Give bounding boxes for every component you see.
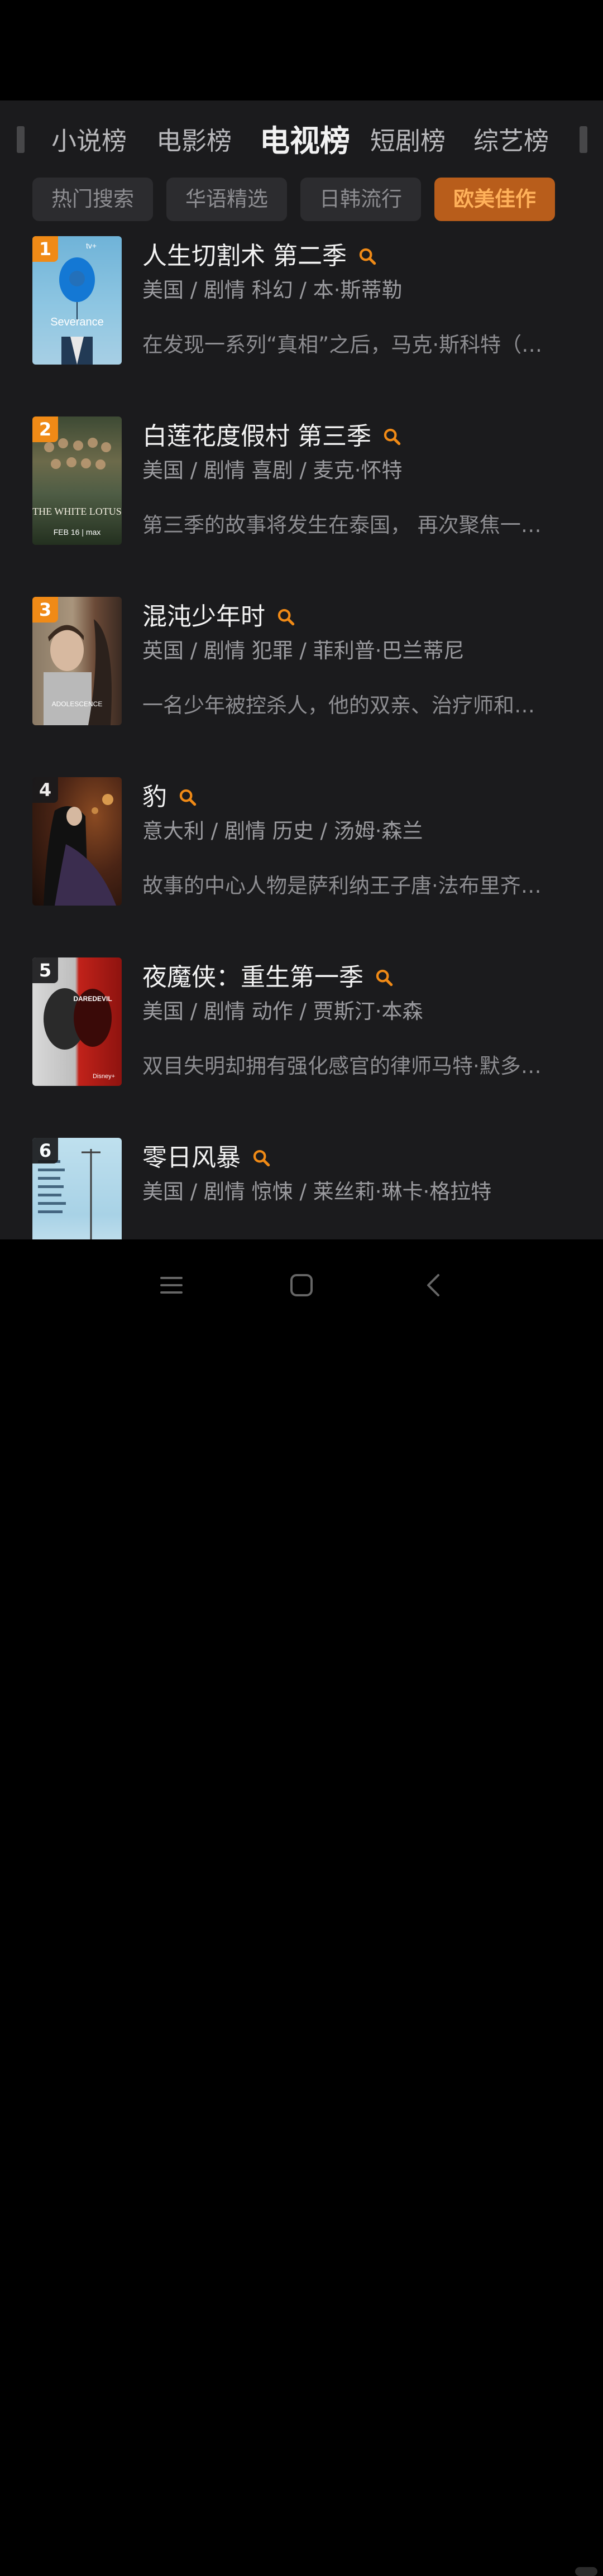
tab-overflow-right[interactable] — [580, 126, 587, 153]
rank-badge: 2 — [32, 416, 58, 442]
search-icon[interactable] — [382, 427, 401, 446]
tab-short-drama[interactable]: 短剧榜 — [370, 116, 446, 166]
home-square-icon[interactable] — [289, 1273, 314, 1297]
rank-badge: 4 — [32, 777, 58, 803]
search-icon[interactable] — [358, 247, 377, 266]
item-meta: 美国 / 剧情 惊悚 / 莱丝莉·琳卡·格拉特 — [142, 1180, 492, 1204]
item-description: 故事的中心人物是萨利纳王子唐·法布里齐… — [142, 874, 542, 898]
search-icon[interactable] — [375, 968, 394, 987]
item-title[interactable]: 零日风暴 — [142, 1141, 241, 1175]
svg-text:Disney+: Disney+ — [93, 1073, 115, 1080]
item-title[interactable]: 白莲花度假村 第三季 — [142, 420, 371, 453]
item-meta: 意大利 / 剧情 历史 / 汤姆·森兰 — [142, 819, 423, 843]
list-item[interactable]: Severance tv+ 1 人生切割术 第二季 美国 / 剧情 科幻 / 本… — [0, 236, 603, 365]
list-item[interactable]: THE WHITE LOTUS FEB 16 | max 2 白莲花度假村 第三… — [0, 416, 603, 545]
poster-image[interactable]: DAREDEVIL Disney+ 5 — [32, 957, 122, 1086]
poster-image[interactable]: 4 — [32, 777, 122, 906]
svg-text:ADOLESCENCE: ADOLESCENCE — [52, 700, 103, 708]
item-title[interactable]: 夜魔侠：重生第一季 — [142, 961, 363, 994]
poster-image[interactable]: ADOLESCENCE 3 — [32, 597, 122, 725]
watermark — [575, 2567, 597, 2576]
item-title[interactable]: 豹 — [142, 781, 167, 814]
list-item[interactable]: 6 零日风暴 美国 / 剧情 惊悚 / 莱丝莉·琳卡·格拉特 — [0, 1138, 603, 1239]
svg-text:DAREDEVIL: DAREDEVIL — [73, 995, 112, 1003]
poster-image[interactable]: THE WHITE LOTUS FEB 16 | max 2 — [32, 416, 122, 545]
tab-tv[interactable]: 电视榜 — [260, 116, 350, 166]
pill-jk-popular[interactable]: 日韩流行 — [300, 178, 421, 221]
category-tabs: 小说榜 电影榜 电视榜 短剧榜 综艺榜 — [0, 116, 603, 166]
search-icon[interactable] — [276, 607, 295, 626]
svg-text:Severance: Severance — [50, 316, 104, 328]
pill-hot-search[interactable]: 热门搜索 — [32, 178, 153, 221]
item-meta: 美国 / 剧情 喜剧 / 麦克·怀特 — [142, 458, 403, 482]
item-meta: 美国 / 剧情 科幻 / 本·斯蒂勒 — [142, 278, 403, 302]
item-title[interactable]: 混沌少年时 — [142, 600, 265, 634]
rank-badge: 5 — [32, 957, 58, 983]
menu-icon[interactable] — [159, 1273, 184, 1297]
item-description: 在发现一系列“真相”之后，马克·斯科特（… — [142, 333, 543, 357]
search-icon[interactable] — [252, 1148, 271, 1167]
item-meta: 美国 / 剧情 动作 / 贾斯汀·本森 — [142, 999, 423, 1023]
rank-badge: 1 — [32, 236, 58, 262]
poster-image[interactable]: 6 — [32, 1138, 122, 1239]
item-description: 一名少年被控杀人，他的双亲、治疗师和… — [142, 693, 535, 717]
rank-badge: 3 — [32, 597, 58, 623]
tab-overflow-left[interactable] — [17, 126, 25, 153]
svg-text:tv+: tv+ — [86, 241, 97, 250]
search-icon[interactable] — [178, 788, 197, 807]
svg-text:FEB 16 | max: FEB 16 | max — [54, 528, 101, 537]
status-area — [0, 0, 603, 100]
poster-image[interactable]: Severance tv+ 1 — [32, 236, 122, 365]
item-description: 第三季的故事将发生在泰国， 再次聚焦一… — [142, 513, 542, 537]
pill-chinese-picks[interactable]: 华语精选 — [166, 178, 287, 221]
ranking-panel: 小说榜 电影榜 电视榜 短剧榜 综艺榜 热门搜索 华语精选 日韩流行 欧美佳作 … — [0, 100, 603, 1239]
tab-movie[interactable]: 电影榜 — [156, 116, 232, 166]
item-description: 双目失明却拥有强化感官的律师马特·默多… — [142, 1054, 542, 1078]
list-item[interactable]: 4 豹 意大利 / 剧情 历史 / 汤姆·森兰 故事的中心人物是萨利纳王子唐·法… — [0, 777, 603, 906]
pill-western[interactable]: 欧美佳作 — [434, 178, 555, 221]
list-item[interactable]: ADOLESCENCE 3 混沌少年时 英国 / 剧情 犯罪 / 菲利普·巴兰蒂… — [0, 597, 603, 725]
svg-text:THE WHITE LOTUS: THE WHITE LOTUS — [32, 506, 122, 517]
rank-badge: 6 — [32, 1138, 58, 1163]
system-nav-bar — [0, 1239, 603, 2576]
tab-variety[interactable]: 综艺榜 — [473, 116, 549, 166]
back-icon[interactable] — [422, 1273, 446, 1297]
tab-novel[interactable]: 小说榜 — [51, 116, 127, 166]
item-title[interactable]: 人生切割术 第二季 — [142, 240, 347, 273]
list-item[interactable]: DAREDEVIL Disney+ 5 夜魔侠：重生第一季 美国 / 剧情 动作… — [0, 957, 603, 1086]
item-meta: 英国 / 剧情 犯罪 / 菲利普·巴兰蒂尼 — [142, 639, 465, 663]
